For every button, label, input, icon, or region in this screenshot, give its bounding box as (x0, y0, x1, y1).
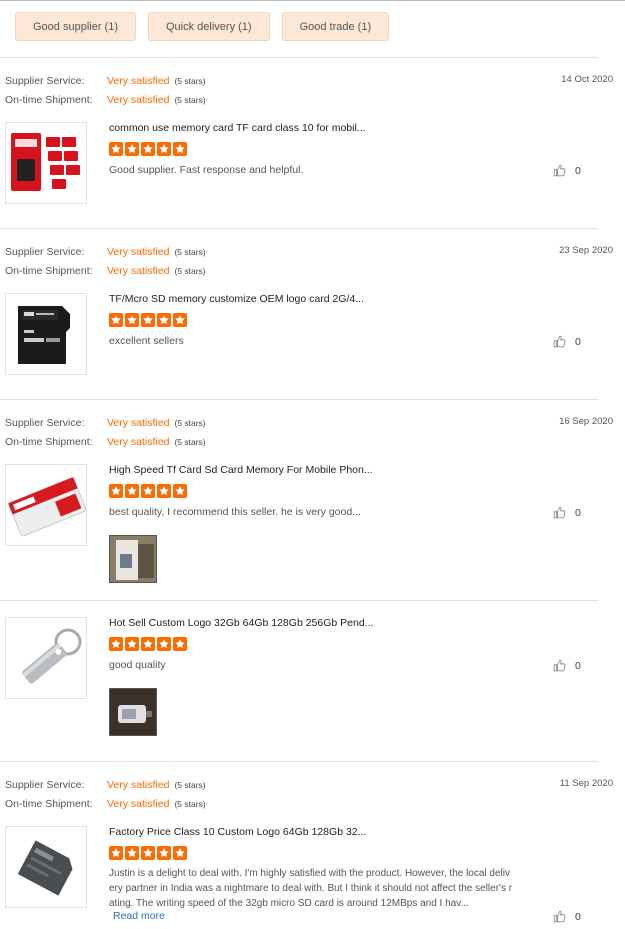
star-icon (157, 637, 171, 651)
tag-quick-delivery[interactable]: Quick delivery (1) (148, 12, 270, 41)
star-icon (109, 484, 123, 498)
product-thumbnail[interactable] (5, 826, 87, 908)
review-date: 16 Sep 2020 (559, 416, 613, 427)
review-tag-filters: Good supplier (1) Quick delivery (1) Goo… (15, 12, 390, 41)
like-button[interactable]: 0 (553, 659, 581, 672)
product-thumbnail[interactable] (5, 122, 87, 204)
read-more-link[interactable]: Read more (113, 910, 165, 922)
red-tf-card-image (8, 477, 86, 537)
like-button[interactable]: 0 (553, 164, 581, 177)
star-rating (109, 142, 187, 156)
star-icon (157, 313, 171, 327)
star-icon (125, 484, 139, 498)
tag-good-supplier[interactable]: Good supplier (1) (15, 12, 136, 41)
divider (0, 761, 598, 762)
memory-card-pack-image (11, 133, 80, 191)
like-count: 0 (575, 659, 581, 672)
thumbs-up-icon (553, 506, 566, 519)
gray-sd-card-image (17, 840, 73, 896)
star-icon (141, 484, 155, 498)
review-comment: Justin is a delight to deal with. I'm hi… (109, 866, 552, 911)
supplier-service-rating: Supplier Service: Very satisfied (5 stars) (5, 779, 206, 791)
star-icon (173, 637, 187, 651)
review-comment-line: ery partner in India was a nightmare to … (109, 883, 513, 894)
product-title[interactable]: Hot Sell Custom Logo 32Gb 64Gb 128Gb 256… (109, 617, 373, 629)
buyer-photo-image (110, 689, 156, 735)
top-border (0, 0, 625, 1)
product-title[interactable]: common use memory card TF card class 10 … (109, 122, 366, 134)
star-icon (141, 142, 155, 156)
star-icon (109, 637, 123, 651)
micro-sd-card-image (18, 306, 70, 364)
product-thumbnail[interactable] (5, 293, 87, 375)
review-comment: Good supplier. Fast response and helpful… (109, 164, 304, 176)
star-icon (125, 313, 139, 327)
buyer-photo-image (110, 536, 156, 582)
star-rating (109, 313, 187, 327)
ontime-shipment-rating: On-time Shipment: Very satisfied (5 stars) (5, 94, 206, 106)
like-button[interactable]: 0 (553, 335, 581, 348)
thumbs-up-icon (553, 659, 566, 672)
product-thumbnail[interactable] (5, 617, 87, 699)
star-icon (141, 313, 155, 327)
star-icon (125, 142, 139, 156)
star-icon (125, 637, 139, 651)
review-date: 14 Oct 2020 (561, 74, 613, 85)
divider (0, 399, 598, 400)
review-photo[interactable] (109, 535, 157, 583)
star-rating (109, 637, 187, 651)
star-icon (173, 142, 187, 156)
supplier-service-rating: Supplier Service: Very satisfied (5 stars) (5, 75, 206, 87)
star-rating (109, 484, 187, 498)
star-icon (141, 637, 155, 651)
ontime-shipment-rating: On-time Shipment: Very satisfied (5 stars) (5, 798, 206, 810)
tag-good-trade[interactable]: Good trade (1) (281, 12, 390, 41)
like-count: 0 (575, 506, 581, 519)
product-title[interactable]: Factory Price Class 10 Custom Logo 64Gb … (109, 826, 366, 838)
like-count: 0 (575, 910, 581, 923)
review-photo[interactable] (109, 688, 157, 736)
supplier-service-rating: Supplier Service: Very satisfied (5 stars) (5, 246, 206, 258)
star-icon (157, 846, 171, 860)
product-title[interactable]: TF/Mcro SD memory customize OEM logo car… (109, 293, 364, 305)
usb-flash-drive-image (22, 628, 82, 684)
thumbs-up-icon (553, 164, 566, 177)
like-count: 0 (575, 164, 581, 177)
review-comment-line: ating. The writing speed of the 32gb mic… (109, 898, 469, 909)
like-count: 0 (575, 335, 581, 348)
star-icon (109, 313, 123, 327)
product-title[interactable]: High Speed Tf Card Sd Card Memory For Mo… (109, 464, 373, 476)
star-icon (173, 846, 187, 860)
star-icon (173, 313, 187, 327)
star-icon (125, 846, 139, 860)
review-comment: excellent sellers (109, 335, 184, 347)
review-comment: best quality, I recommend this seller. h… (109, 506, 361, 518)
star-icon (173, 484, 187, 498)
thumbs-up-icon (553, 910, 566, 923)
like-button[interactable]: 0 (553, 506, 581, 519)
thumbs-up-icon (553, 335, 566, 348)
review-comment-line: Justin is a delight to deal with. I'm hi… (109, 868, 511, 879)
star-icon (109, 846, 123, 860)
divider (0, 228, 598, 229)
star-icon (157, 142, 171, 156)
star-icon (141, 846, 155, 860)
ontime-shipment-rating: On-time Shipment: Very satisfied (5 stars) (5, 436, 206, 448)
review-comment: good quality (109, 659, 166, 671)
divider (0, 57, 598, 58)
supplier-service-rating: Supplier Service: Very satisfied (5 stars) (5, 417, 206, 429)
like-button[interactable]: 0 (553, 910, 581, 923)
ontime-shipment-rating: On-time Shipment: Very satisfied (5 stars) (5, 265, 206, 277)
star-rating (109, 846, 187, 860)
star-icon (157, 484, 171, 498)
review-date: 23 Sep 2020 (559, 245, 613, 256)
review-date: 11 Sep 2020 (559, 778, 613, 789)
divider (0, 600, 598, 601)
star-icon (109, 142, 123, 156)
product-thumbnail[interactable] (5, 464, 87, 546)
